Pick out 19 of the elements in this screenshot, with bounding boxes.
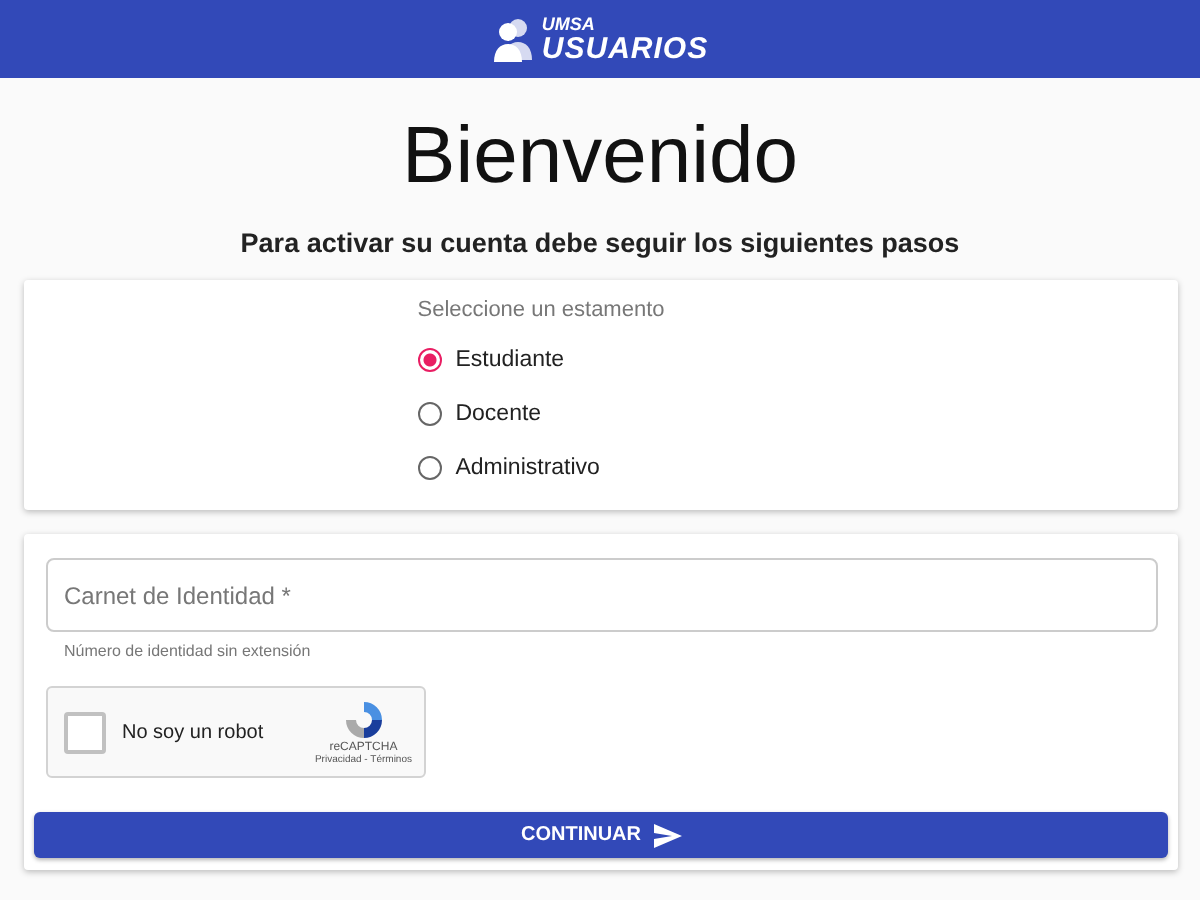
- page-subtitle: Para activar su cuenta debe seguir los siguientes pasos: [238, 228, 962, 258]
- recaptcha-icon: [341, 698, 386, 742]
- radio-button[interactable]: [417, 347, 442, 371]
- radio-group-label: Seleccione un estamento: [417, 298, 665, 322]
- radio-option[interactable]: Estudiante: [417, 332, 665, 386]
- radio-button[interactable]: [417, 455, 442, 479]
- continue-button[interactable]: CONTINUAR: [34, 812, 1168, 858]
- input-field[interactable]: Carnet de Identidad *: [46, 558, 1158, 632]
- logo-subtitle: UMSA: [541, 15, 597, 33]
- checkbox[interactable]: [64, 711, 106, 753]
- captcha-label: No soy un robot: [122, 721, 266, 743]
- radio-option[interactable]: Docente: [417, 386, 665, 440]
- send-icon: [653, 823, 681, 847]
- field-hint: Número de identidad sin extensión: [64, 642, 313, 660]
- radio-button[interactable]: [417, 401, 442, 425]
- logo-title: USUARIOS: [541, 33, 709, 63]
- page-title: Bienvenido: [400, 110, 800, 204]
- radio-option[interactable]: Administrativo: [417, 440, 665, 494]
- users-icon: [491, 17, 536, 61]
